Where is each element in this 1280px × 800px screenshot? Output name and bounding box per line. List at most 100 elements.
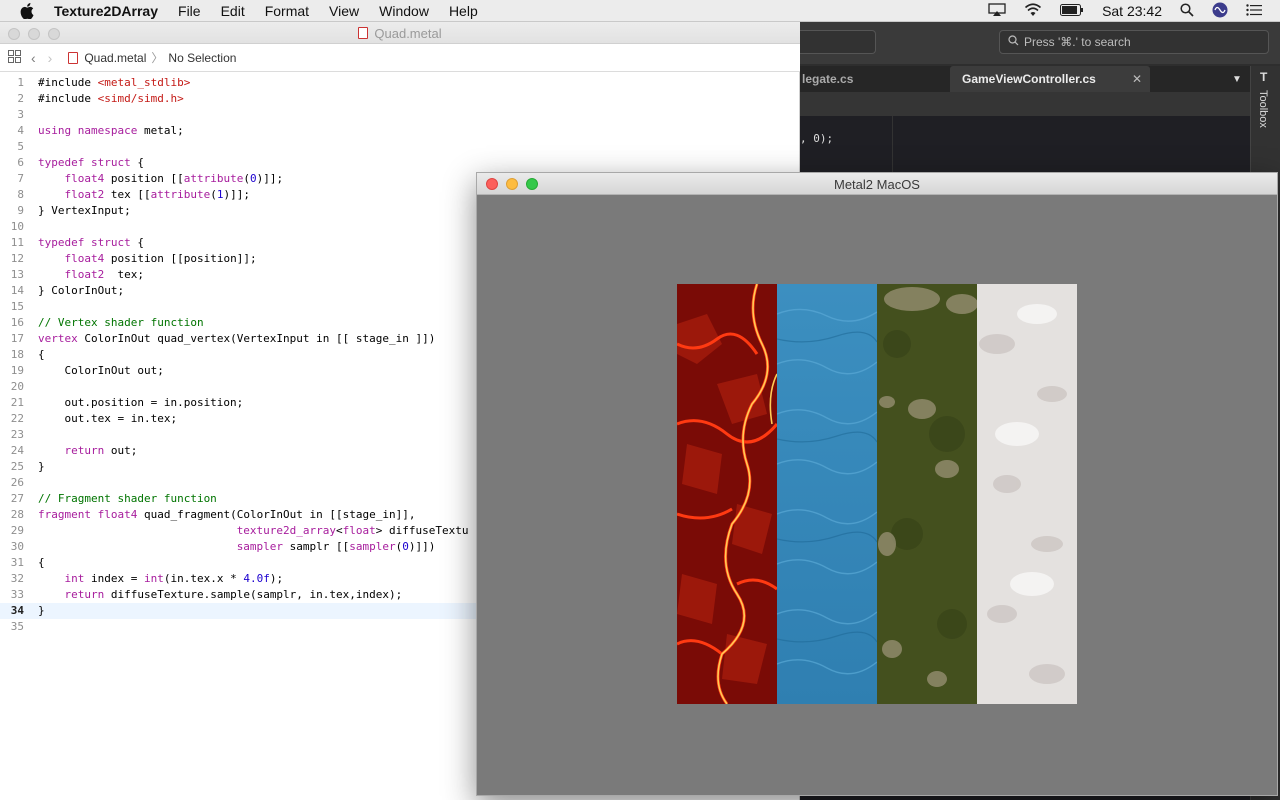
notification-center-icon[interactable] [1246,3,1262,19]
code-text: ColorInOut out; [38,364,164,377]
ide-status-field[interactable] [800,30,876,54]
code-text: } [38,604,45,617]
code-text: return diffuseTexture.sample(samplr, in.… [64,588,403,601]
ide-search-field[interactable]: Press '⌘.' to search [999,30,1269,54]
code-text: out.tex = in.tex; [38,412,178,425]
code-text: } VertexInput; [38,204,131,217]
line-number: 28 [10,508,24,521]
spotlight-search-icon[interactable] [1180,2,1194,20]
close-tab-icon[interactable]: ✕ [1132,72,1142,86]
line-number: 19 [10,364,24,377]
line-number: 3 [17,108,24,121]
code-text: float4 position [[position]]; [64,252,257,265]
code-text: typedef struct { [38,236,144,249]
line-number: 24 [10,444,24,457]
code-text: } [38,460,45,473]
code-text: #include <simd/simd.h> [38,92,184,105]
line-number: 18 [10,348,24,361]
line-number: 4 [17,124,24,137]
jump-bar: ‹ › Quad.metal 〉 No Selection [0,44,800,72]
breadcrumb-file[interactable]: Quad.metal [84,51,146,65]
line-number: 12 [10,252,24,265]
line-number: 26 [10,476,24,489]
tab-overflow-icon[interactable]: ▼ [1232,74,1242,85]
code-line[interactable]: 6 typedef struct { [0,155,800,171]
apple-menu-icon[interactable] [20,2,38,19]
ide-code-divider [892,116,893,176]
app-menu[interactable]: Texture2DArray [54,3,158,19]
toolbox-icon[interactable]: T [1260,70,1267,84]
metal-window: Metal2 MacOS [476,172,1278,796]
code-line[interactable]: 1 #include <metal_stdlib> [0,75,800,91]
code-line[interactable]: 2 #include <simd/simd.h> [0,91,800,107]
menu-edit[interactable]: Edit [221,3,245,19]
line-number: 11 [10,236,24,249]
editor-titlebar[interactable]: Quad.metal [0,22,800,44]
line-number: 1 [17,76,24,89]
search-placeholder: Press '⌘.' to search [1024,35,1131,49]
menu-file[interactable]: File [178,3,201,19]
editor-title: Quad.metal [0,26,800,41]
airplay-icon[interactable] [988,2,1006,20]
toolbox-label[interactable]: Toolbox [1257,90,1269,128]
code-text: int index = int(in.tex.x * 4.0f); [64,572,284,585]
menu-window[interactable]: Window [379,3,429,19]
line-number: 31 [10,556,24,569]
back-icon[interactable]: ‹ [31,50,36,66]
code-text: float2 tex [[attribute(1)]]; [64,188,250,201]
line-number: 33 [10,588,24,601]
line-number: 21 [10,396,24,409]
lava-texture-strip [677,284,777,704]
forward-icon[interactable]: › [48,50,53,66]
line-number: 16 [10,316,24,329]
code-text: out.position = in.position; [38,396,244,409]
related-items-icon[interactable] [8,49,21,66]
code-text: return out; [64,444,138,457]
line-number: 9 [17,204,24,217]
metal-window-title: Metal2 MacOS [834,177,920,192]
line-number: 25 [10,460,24,473]
breadcrumb-selection[interactable]: No Selection [168,51,236,65]
code-text: { [38,556,45,569]
wifi-icon[interactable] [1024,2,1042,20]
menu-clock[interactable]: Sat 23:42 [1102,3,1162,19]
code-text: typedef struct { [38,156,144,169]
line-number: 15 [10,300,24,313]
line-number: 8 [17,188,24,201]
menu-bar: Texture2DArray File Edit Format View Win… [0,0,1280,22]
code-text: // Fragment shader function [38,492,217,505]
metal-titlebar[interactable]: Metal2 MacOS [477,173,1277,195]
line-number: 20 [10,380,24,393]
tab-app-delegate[interactable]: legate.cs [800,66,945,92]
line-number: 30 [10,540,24,553]
ide-toolbar: Press '⌘.' to search [800,22,1280,64]
code-line[interactable]: 5 [0,139,800,155]
code-text: using namespace metal; [38,124,184,137]
ide-tab-bar: legate.cs GameViewController.cs ✕ [800,66,1250,92]
search-icon [1008,35,1019,49]
code-line[interactable]: 4 using namespace metal; [0,123,800,139]
metal-file-icon [68,51,79,64]
line-number: 27 [10,492,24,505]
code-text: sampler samplr [[sampler(0)]]) [236,540,436,553]
breadcrumb-separator: 〉 [151,51,164,65]
ide-code-snippet: , 0); [800,132,834,145]
tab-game-view-controller[interactable]: GameViewController.cs ✕ [950,66,1150,92]
line-number: 23 [10,428,24,441]
code-line[interactable]: 3 [0,107,800,123]
line-number: 22 [10,412,24,425]
menu-help[interactable]: Help [449,3,478,19]
menu-view[interactable]: View [329,3,359,19]
metal-file-icon [358,27,369,39]
line-number: 13 [10,268,24,281]
menu-format[interactable]: Format [265,3,309,19]
line-number: 6 [17,156,24,169]
code-text: #include <metal_stdlib> [38,76,191,89]
battery-icon[interactable] [1060,3,1084,19]
code-text: { [38,348,45,361]
code-text: // Vertex shader function [38,316,204,329]
code-text: fragment float4 quad_fragment(ColorInOut… [38,508,416,521]
siri-icon[interactable] [1212,2,1228,21]
code-text: texture2d_array<float> diffuseTextu [236,524,469,537]
line-number: 17 [10,332,24,345]
